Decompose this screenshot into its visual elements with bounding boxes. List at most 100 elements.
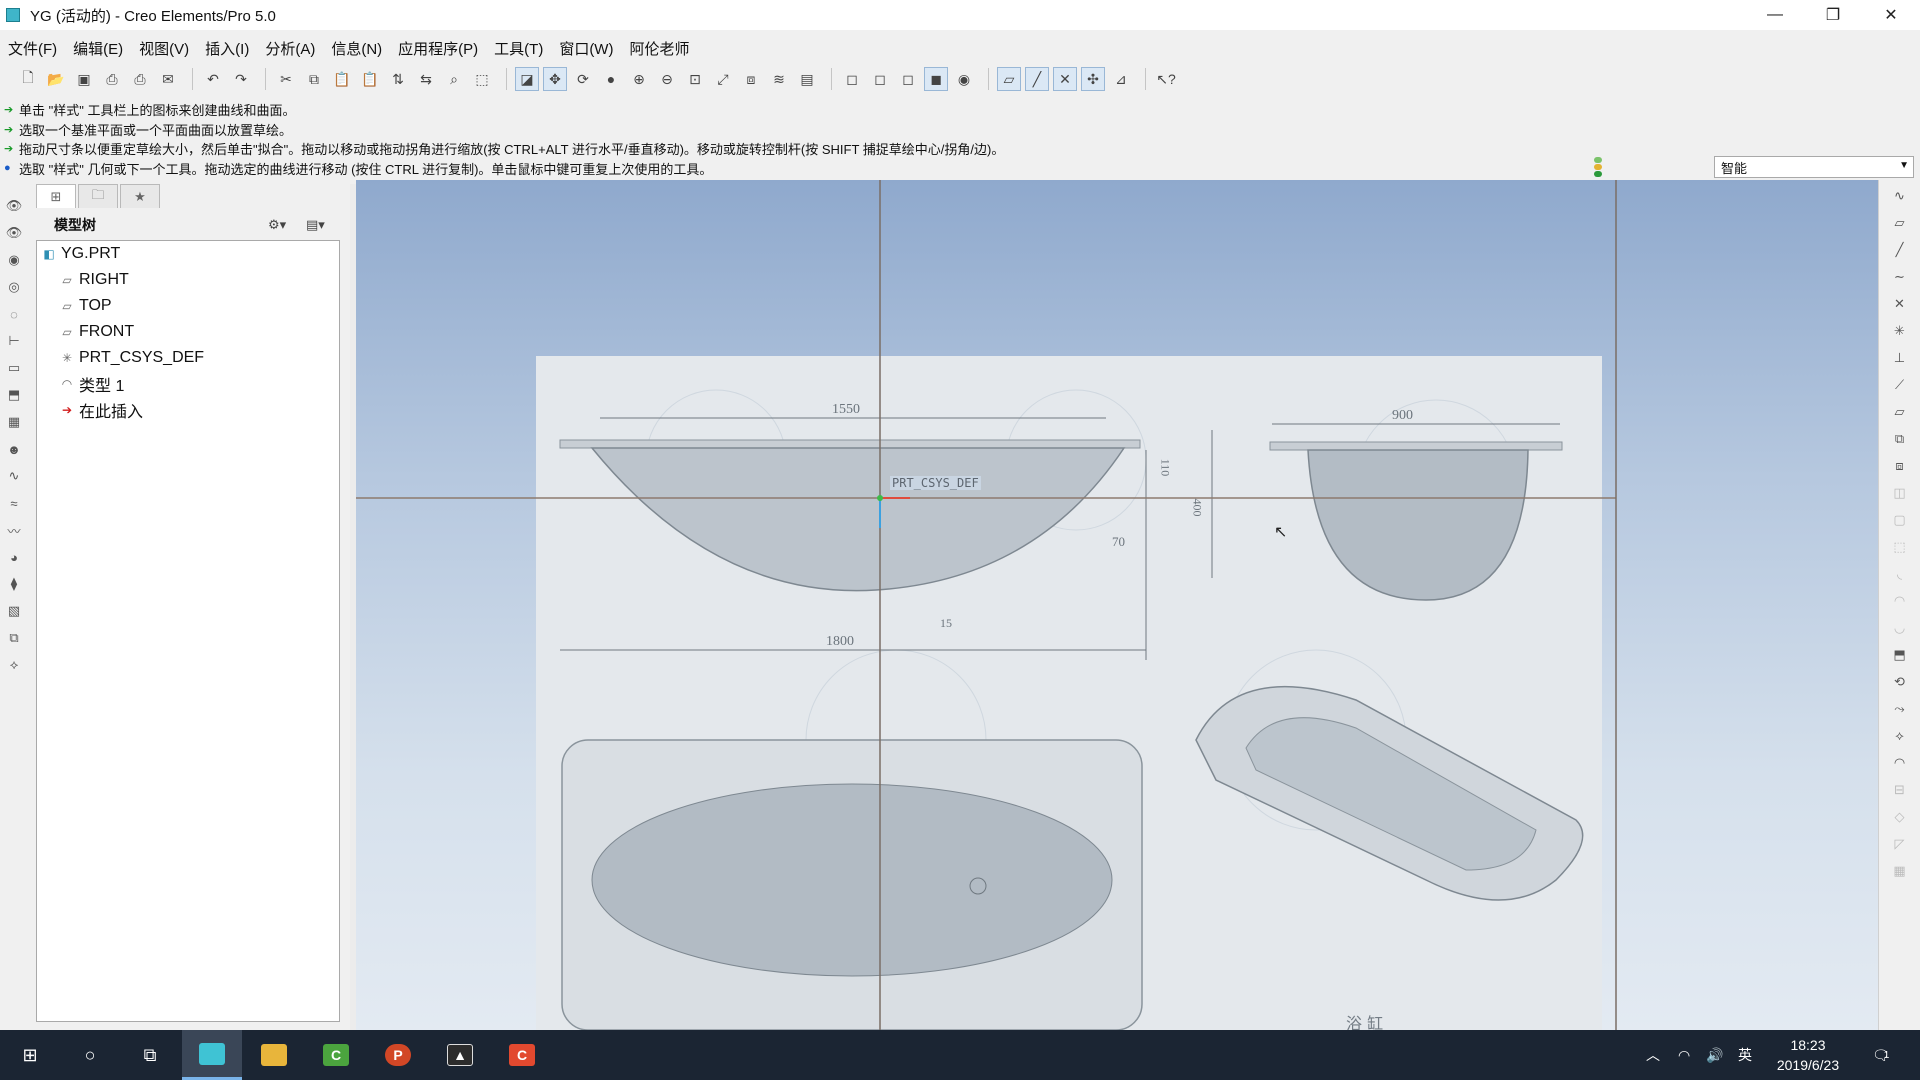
print-icon[interactable]: ⎙ xyxy=(100,67,124,91)
context-help-icon[interactable]: ↖? xyxy=(1154,67,1178,91)
extrude-icon[interactable]: ⬒ xyxy=(1889,644,1911,666)
tree-item-front[interactable]: ▱ FRONT xyxy=(37,319,339,345)
deviation-icon[interactable]: ⟡ xyxy=(3,654,25,676)
taskbar-clock[interactable]: 18:23 2019/6/23 xyxy=(1766,1035,1850,1075)
show-icon[interactable]: 👁 xyxy=(3,195,25,217)
orient-mode-icon[interactable]: ⟳ xyxy=(571,67,595,91)
copy-icon[interactable]: ⧉ xyxy=(302,67,326,91)
tree-item-right[interactable]: ▱ RIGHT xyxy=(37,267,339,293)
zoom-in-icon[interactable]: ⊕ xyxy=(627,67,651,91)
hide-icon[interactable]: 👁 xyxy=(3,222,25,244)
graphics-window[interactable]: PRT_CSYS_DEF 1550 900 1800 110 400 70 15… xyxy=(356,180,1878,1030)
tree-item-style[interactable]: ◠ 类型 1 xyxy=(37,371,339,397)
curve-from-cos-icon[interactable]: ⟋ xyxy=(1889,374,1911,396)
datum-planes-toggle-icon[interactable]: ▱ xyxy=(997,67,1021,91)
offset-analysis-icon[interactable]: ⧉ xyxy=(3,627,25,649)
redo-icon[interactable]: ↷ xyxy=(229,67,253,91)
spin-center-icon[interactable]: ✥ xyxy=(543,67,567,91)
tree-item-top[interactable]: ▱ TOP xyxy=(37,293,339,319)
enhanced-realism-icon[interactable]: ◉ xyxy=(952,67,976,91)
taskbar-camtasia[interactable]: C xyxy=(306,1030,366,1080)
datum-points-toggle-icon[interactable]: ✕ xyxy=(1053,67,1077,91)
tree-item-insert-here[interactable]: ➔ 在此插入 xyxy=(37,397,339,423)
blend-icon[interactable]: ⟡ xyxy=(1889,725,1911,747)
select-box-icon[interactable]: ⬚ xyxy=(470,67,494,91)
no-hidden-icon[interactable]: ◻ xyxy=(896,67,920,91)
set-active-plane-icon[interactable]: ▱ xyxy=(1889,212,1911,234)
menu-analysis[interactable]: 分析(A) xyxy=(257,38,323,59)
print-preview-icon[interactable]: ⎙ xyxy=(128,67,152,91)
surface-analysis-icon[interactable]: ≈ xyxy=(3,492,25,514)
datum-axes-toggle-icon[interactable]: ╱ xyxy=(1025,67,1049,91)
paste-special-icon[interactable]: 📋 xyxy=(358,67,382,91)
shaded-icon[interactable]: ◼ xyxy=(924,67,948,91)
repaint-icon[interactable]: ◪ xyxy=(515,67,539,91)
circle-icon[interactable]: ✕ xyxy=(1889,293,1911,315)
reorient-icon[interactable]: ⤢ xyxy=(711,67,735,91)
taskbar-powerpoint[interactable]: P xyxy=(368,1030,428,1080)
csys-toggle-icon[interactable]: ✣ xyxy=(1081,67,1105,91)
taskbar-photos[interactable]: ▲ xyxy=(430,1030,490,1080)
draft-analysis-icon[interactable]: ⧫ xyxy=(3,573,25,595)
surface-icon[interactable]: ▱ xyxy=(1889,401,1911,423)
person-icon[interactable]: ☻ xyxy=(3,438,25,460)
notification-center-icon[interactable]: 🗨 1 xyxy=(1872,1030,1890,1080)
revolve-icon[interactable]: ⟲ xyxy=(1889,671,1911,693)
email-icon[interactable]: ✉ xyxy=(156,67,180,91)
style-tool-icon[interactable]: ∿ xyxy=(1889,185,1911,207)
menu-tools[interactable]: 工具(T) xyxy=(486,38,551,59)
internal-plane-icon[interactable]: ╱ xyxy=(1889,239,1911,261)
tray-overflow-icon[interactable]: ︿ xyxy=(1646,1030,1660,1080)
visibility-icon[interactable]: ◉ xyxy=(3,249,25,271)
tab-folder-browser[interactable]: 🗀 xyxy=(78,184,118,208)
menu-edit[interactable]: 编辑(E) xyxy=(65,38,131,59)
save-icon[interactable]: ▣ xyxy=(72,67,96,91)
cortana-button[interactable]: ○ xyxy=(60,1030,120,1080)
color-map-icon[interactable]: ◕ xyxy=(3,546,25,568)
open-file-icon[interactable]: 📂 xyxy=(44,67,68,91)
wifi-icon[interactable]: ◠ xyxy=(1678,1030,1690,1080)
arc-icon[interactable]: ✳ xyxy=(1889,320,1911,342)
task-view-button[interactable]: ⧉ xyxy=(120,1030,180,1080)
minimize-button[interactable]: — xyxy=(1746,0,1804,30)
paste-icon[interactable]: 📋 xyxy=(330,67,354,91)
menu-file[interactable]: 文件(F) xyxy=(0,38,65,59)
layers-icon[interactable]: ≋ xyxy=(767,67,791,91)
close-button[interactable]: ✕ xyxy=(1862,0,1920,30)
curve-analysis-icon[interactable]: ∿ xyxy=(3,465,25,487)
undo-icon[interactable]: ↶ xyxy=(201,67,225,91)
tree-item-part[interactable]: ◧ YG.PRT xyxy=(37,241,339,267)
taskbar-camtasia-recorder[interactable]: C xyxy=(492,1030,552,1080)
menu-window[interactable]: 窗口(W) xyxy=(551,38,621,59)
volume-icon[interactable]: 🔊 xyxy=(1706,1030,1723,1080)
ime-indicator[interactable]: 英 xyxy=(1738,1030,1752,1080)
surface-connect-icon[interactable]: ⧉ xyxy=(1889,428,1911,450)
reflection-icon[interactable]: ▧ xyxy=(3,600,25,622)
tab-model-tree[interactable]: ⊞ xyxy=(36,184,76,208)
section-icon[interactable]: ▭ xyxy=(3,357,25,379)
surface-trim-icon[interactable]: ⧈ xyxy=(1889,455,1911,477)
menu-applications[interactable]: 应用程序(P) xyxy=(390,38,486,59)
start-button[interactable]: ⊞ xyxy=(0,1030,60,1080)
zoom-out-icon[interactable]: ⊖ xyxy=(655,67,679,91)
table-icon[interactable]: ▦ xyxy=(3,411,25,433)
create-curve-icon[interactable]: ∼ xyxy=(1889,266,1911,288)
wireframe-icon[interactable]: ◻ xyxy=(840,67,864,91)
tree-item-csys[interactable]: ✳ PRT_CSYS_DEF xyxy=(37,345,339,371)
find-icon[interactable]: ⌕ xyxy=(442,67,466,91)
shading-icon[interactable]: ● xyxy=(599,67,623,91)
menu-custom-teacher[interactable]: 阿伦老师 xyxy=(621,38,697,59)
taskbar-file-explorer[interactable] xyxy=(244,1030,304,1080)
sweep-icon[interactable]: ⤳ xyxy=(1889,698,1911,720)
view-manager-icon[interactable]: ▤ xyxy=(795,67,819,91)
tree-settings-icon[interactable]: ⚙▾ xyxy=(268,217,286,233)
tab-favorites[interactable]: ★ xyxy=(120,184,160,208)
boundary-blend-icon[interactable]: ◠ xyxy=(1889,752,1911,774)
cut-icon[interactable]: ✂ xyxy=(274,67,298,91)
hidden-line-icon[interactable]: ◻ xyxy=(868,67,892,91)
maximize-button[interactable]: ❐ xyxy=(1804,0,1862,30)
saved-views-icon[interactable]: ⧈ xyxy=(739,67,763,91)
regen-manager-icon[interactable]: ⇆ xyxy=(414,67,438,91)
menu-info[interactable]: 信息(N) xyxy=(323,38,390,59)
menu-view[interactable]: 视图(V) xyxy=(131,38,197,59)
